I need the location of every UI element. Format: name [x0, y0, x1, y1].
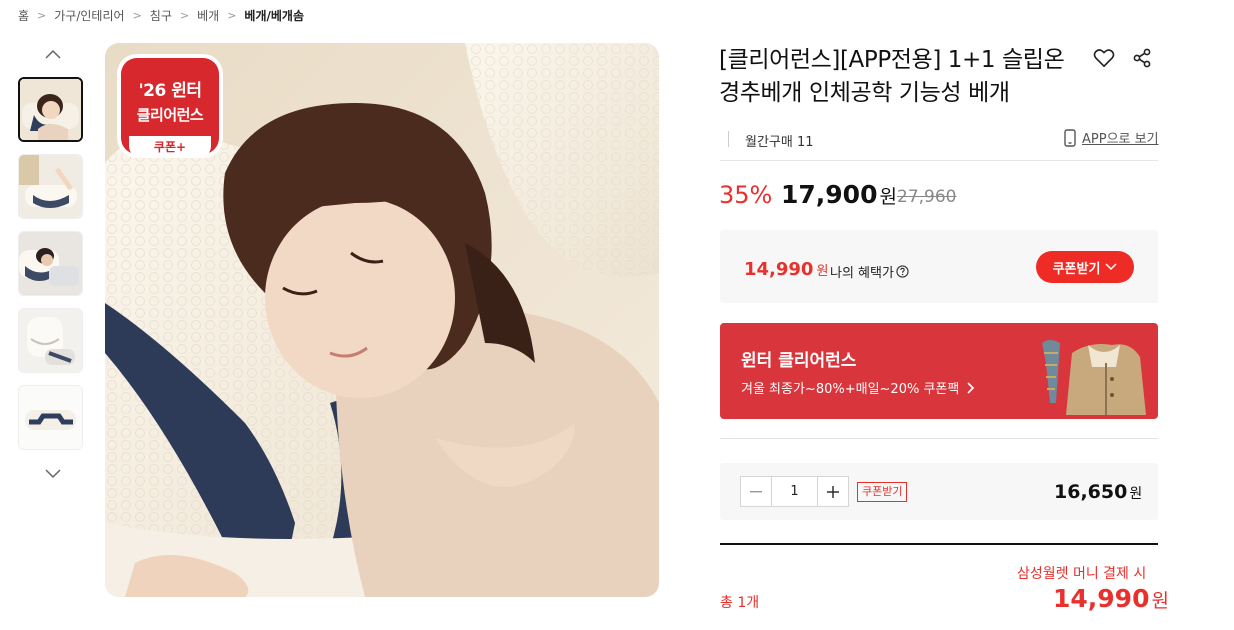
benefit-price: 14,990 원: [744, 259, 828, 280]
get-coupon-button[interactable]: 쿠폰받기: [1036, 251, 1134, 283]
chevron-right-icon: >: [132, 8, 142, 22]
option-price: 16,650 원: [1054, 481, 1142, 503]
banner-illustration: [1042, 340, 1146, 415]
sale-price-value: 17,900: [781, 180, 878, 209]
breadcrumb: 홈 > 가구/인테리어 > 침구 > 베개 > 베개/베개솜: [18, 6, 304, 24]
quantity-stepper: 1: [740, 476, 849, 507]
badge-line2: 클리어런스: [136, 106, 204, 124]
currency-unit: 원: [1151, 590, 1169, 612]
thumbnail-3[interactable]: [18, 231, 83, 296]
breadcrumb-home[interactable]: 홈: [18, 7, 29, 24]
sale-price: 17,900 원: [781, 180, 897, 209]
thumbnail-image: [19, 155, 82, 218]
breadcrumb-bedding[interactable]: 침구: [150, 7, 172, 24]
thumbnail-image: [19, 232, 82, 295]
help-icon[interactable]: [896, 265, 909, 278]
meta-divider: [728, 131, 729, 147]
share-icon: [1133, 48, 1151, 68]
winter-clearance-badge: '26 윈터 클리어런스 쿠폰+: [121, 58, 219, 158]
total-price: 14,990 원: [1053, 584, 1169, 613]
plus-icon: [827, 485, 839, 498]
original-price: 27,960: [897, 187, 957, 207]
minus-icon: [750, 490, 762, 492]
share-button[interactable]: [1129, 45, 1155, 71]
option-price-value: 16,650: [1054, 481, 1128, 503]
badge-coupon-label: 쿠폰+: [129, 136, 211, 158]
monthly-purchases: 월간구매 11: [745, 135, 814, 150]
currency-unit: 원: [879, 186, 897, 208]
increase-quantity-button[interactable]: [818, 477, 848, 506]
chevron-right-icon: >: [37, 8, 47, 22]
badge-line1: '26 윈터: [138, 81, 202, 101]
breadcrumb-current[interactable]: 베개/베개솜: [244, 7, 304, 24]
benefit-label-text: 나의 혜택가: [830, 266, 894, 281]
wishlist-button[interactable]: [1091, 45, 1117, 71]
currency-unit: 원: [816, 264, 829, 279]
discount-rate: 35%: [719, 181, 773, 209]
chevron-right-icon: >: [227, 8, 237, 22]
thumbnail-scroll-down-button[interactable]: [40, 463, 66, 485]
thumbnail-scroll-up-button[interactable]: [40, 43, 66, 65]
get-coupon-label: 쿠폰받기: [1052, 261, 1101, 277]
thumbnail-4[interactable]: [18, 308, 83, 373]
chevron-right-icon: >: [179, 8, 190, 22]
chevron-down-icon: [45, 469, 61, 479]
chevron-right-icon: [967, 381, 975, 394]
thumbnail-1[interactable]: [18, 77, 83, 142]
benefit-label: 나의 혜택가: [830, 262, 909, 281]
thumbnail-2[interactable]: [18, 154, 83, 219]
mobile-phone-icon: [1064, 128, 1076, 147]
thumbnail-image: [19, 386, 82, 449]
winter-clearance-banner[interactable]: [720, 323, 1158, 419]
app-link-label: APP으로 보기: [1082, 132, 1159, 147]
thumbnail-image: [19, 309, 82, 372]
thumbnail-5[interactable]: [18, 385, 83, 450]
total-divider: [720, 543, 1158, 545]
total-quantity: 총 1개: [720, 595, 760, 611]
quantity-value[interactable]: 1: [771, 477, 818, 506]
promo-subtitle-text: 겨울 최종가~80%+매일~20% 쿠폰팩: [741, 382, 960, 397]
promo-title: 윈터 클리어런스: [741, 351, 857, 371]
view-in-app-link[interactable]: APP으로 보기: [1064, 128, 1159, 147]
breadcrumb-pillow[interactable]: 베개: [197, 7, 219, 24]
breadcrumb-furniture[interactable]: 가구/인테리어: [54, 7, 124, 24]
chevron-up-icon: [45, 49, 61, 59]
divider: [720, 438, 1158, 439]
payment-note: 삼성월렛 머니 결제 시: [1017, 566, 1147, 582]
product-title: [클리어런스][APP전용] 1+1 슬립온 경추베개 인체공학 기능성 베개: [719, 47, 1065, 106]
benefit-price-value: 14,990: [744, 259, 814, 280]
heart-icon: [1093, 49, 1115, 68]
option-coupon-tag[interactable]: 쿠폰받기: [857, 482, 908, 502]
chevron-down-icon: [1105, 263, 1117, 271]
thumbnail-image: [20, 79, 81, 140]
divider: [720, 160, 1158, 161]
total-price-value: 14,990: [1053, 584, 1150, 613]
decrease-quantity-button[interactable]: [741, 477, 771, 506]
currency-unit: 원: [1129, 486, 1143, 502]
promo-subtitle: 겨울 최종가~80%+매일~20% 쿠폰팩: [741, 378, 975, 397]
